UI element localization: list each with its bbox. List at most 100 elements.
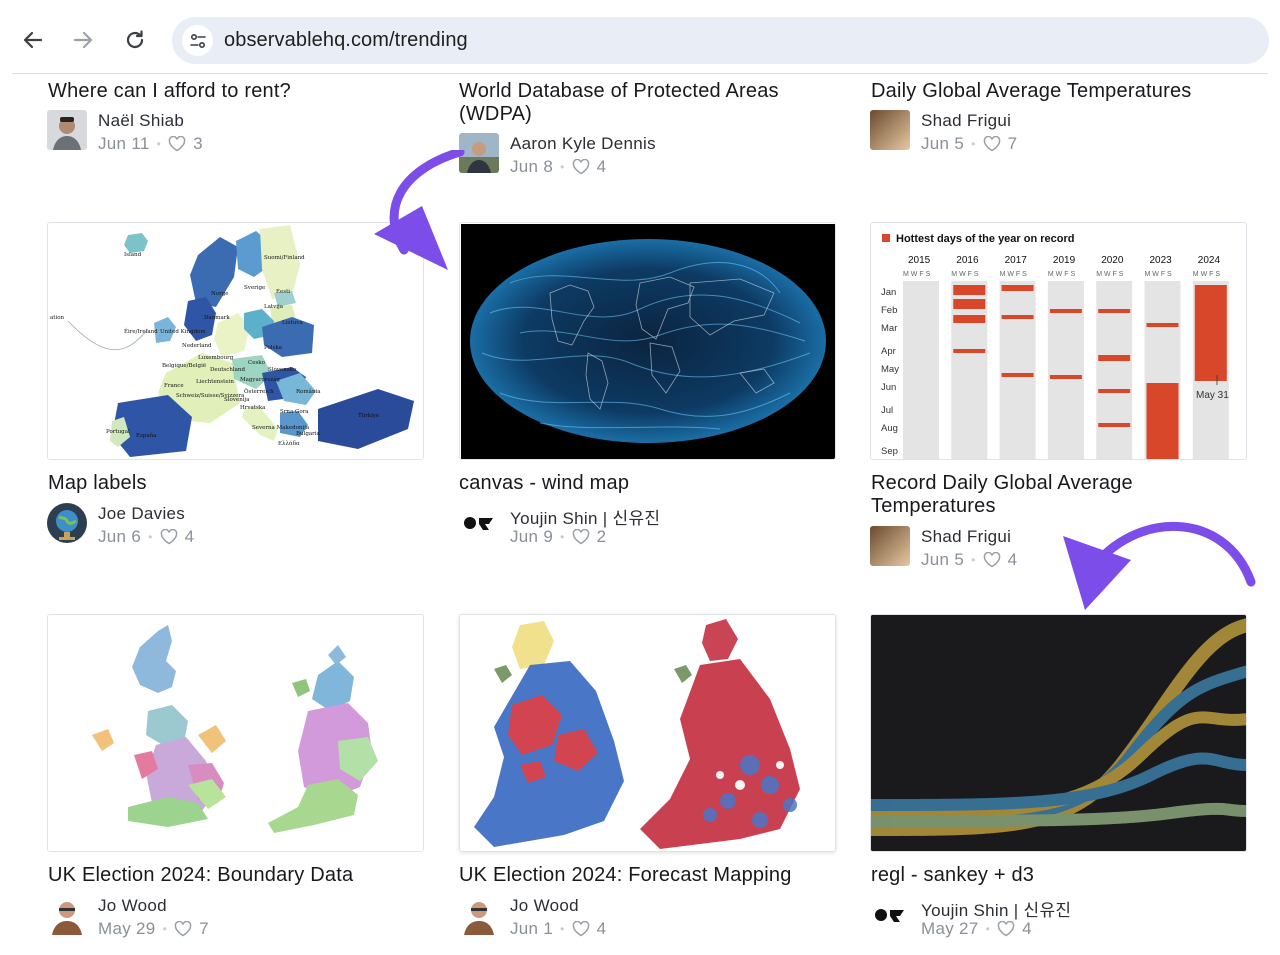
card-title[interactable]: Map labels <box>48 472 147 495</box>
map-label: Österreich <box>244 388 274 395</box>
card-title[interactable]: regl - sankey + d3 <box>871 864 1034 887</box>
like-button[interactable] <box>983 136 1001 152</box>
avatar[interactable] <box>47 895 87 935</box>
avatar[interactable] <box>459 503 499 543</box>
avatar[interactable] <box>870 526 910 566</box>
like-count: 3 <box>193 134 203 153</box>
card-meta: Jun 11 • 3 <box>98 134 203 154</box>
card-meta: May 27 • 4 <box>921 919 1032 939</box>
legend-swatch <box>882 234 890 242</box>
like-button[interactable] <box>572 159 590 175</box>
author-name[interactable]: Jo Wood <box>98 896 167 916</box>
date-label: Jun 1 <box>510 919 554 938</box>
date-label: Jun 9 <box>510 527 554 546</box>
separator-dot: • <box>560 160 565 174</box>
like-count: 4 <box>596 919 607 938</box>
map-label: Suomi/Finland <box>264 255 305 261</box>
author-name[interactable]: Youjin Shin | 신유진 <box>510 504 660 529</box>
card-title[interactable]: Record Daily Global Average Temperatures <box>871 472 1241 518</box>
like-count: 2 <box>596 527 607 546</box>
card-title[interactable]: World Database of Protected Areas (WDPA) <box>459 80 819 124</box>
card-title[interactable]: UK Election 2024: Boundary Data <box>48 864 353 887</box>
separator-dot: • <box>985 922 991 936</box>
record-day-block <box>953 299 986 309</box>
card-meta: Jun 1 • 4 <box>510 919 606 939</box>
separator-dot: • <box>156 137 162 151</box>
month-label: Sep <box>881 446 898 457</box>
map-label: España <box>136 432 157 439</box>
thumbnail-uk-boundary[interactable] <box>47 614 424 852</box>
month-label: Aug <box>881 423 898 434</box>
card-title[interactable]: Where can I afford to rent? <box>48 80 418 103</box>
year-label: 2015 <box>908 255 931 266</box>
author-name[interactable]: Shad Frigui <box>921 111 1011 131</box>
map-label: România <box>296 388 321 395</box>
back-button[interactable] <box>15 22 51 58</box>
heart-icon <box>997 921 1015 937</box>
weekday-label: M W F S <box>1145 271 1173 278</box>
year-label: 2023 <box>1150 255 1173 266</box>
forward-button[interactable] <box>65 22 101 58</box>
map-label: Latvija <box>264 304 284 310</box>
map-label: Deutschland <box>210 367 245 373</box>
url-text[interactable]: observablehq.com/trending <box>224 29 468 52</box>
card-meta: Jun 9 • 2 <box>510 527 606 547</box>
address-bar[interactable]: observablehq.com/trending <box>172 17 1269 64</box>
author-name[interactable]: Jo Wood <box>510 896 579 916</box>
like-button[interactable] <box>160 529 178 545</box>
record-day-block <box>1098 309 1131 313</box>
like-button[interactable] <box>572 921 590 937</box>
author-name[interactable]: Shad Frigui <box>921 527 1011 547</box>
weekday-label: M W F S <box>903 271 931 278</box>
avatar[interactable] <box>870 110 910 150</box>
browser-toolbar: observablehq.com/trending <box>0 0 1280 74</box>
month-label: Apr <box>881 346 896 357</box>
author-name[interactable]: Aaron Kyle Dennis <box>510 134 656 154</box>
card-meta: Jun 5 • 7 <box>921 134 1017 154</box>
map-label: Slovenija <box>224 397 250 403</box>
card-meta: Jun 5 • 4 <box>921 550 1017 570</box>
thumbnail-wind-map[interactable] <box>459 222 836 460</box>
card-title[interactable]: UK Election 2024: Forecast Mapping <box>459 864 792 887</box>
like-button[interactable] <box>174 921 192 937</box>
record-day-block <box>1194 285 1227 381</box>
author-name[interactable]: Naël Shiab <box>98 111 184 131</box>
avatar[interactable] <box>47 110 87 150</box>
map-label: Slovensko <box>268 367 297 373</box>
thumbnail-uk-forecast[interactable] <box>459 614 836 852</box>
avatar[interactable] <box>870 895 910 935</box>
thumbnail-map-labels[interactable]: Island Suomi/Finland Sverige Norge Eesti… <box>47 222 424 460</box>
card-title[interactable]: canvas - wind map <box>459 472 629 495</box>
like-button[interactable] <box>168 136 186 152</box>
weekday-label: M W F S <box>1193 271 1221 278</box>
like-button[interactable] <box>997 921 1015 937</box>
avatar[interactable] <box>459 895 499 935</box>
map-label: Ελλάδα <box>278 440 300 447</box>
avatar[interactable] <box>47 503 87 543</box>
date-label: Jun 6 <box>98 527 142 546</box>
avatar[interactable] <box>459 133 499 173</box>
record-day-block <box>953 285 986 295</box>
map-label: Luxembourg <box>198 355 234 361</box>
card-meta: May 29 • 7 <box>98 919 209 939</box>
heatmap-title: Hottest days of the year on record <box>896 233 1075 245</box>
weekday-label: M W F S <box>951 271 979 278</box>
reload-button[interactable] <box>117 22 153 58</box>
site-info-button[interactable] <box>182 25 213 56</box>
year-column <box>1047 281 1084 459</box>
month-label: Mar <box>881 323 897 334</box>
date-label: May 27 <box>921 919 979 938</box>
toolbar-divider <box>12 73 1268 74</box>
separator-dot: • <box>971 137 976 151</box>
thumbnail-sankey[interactable] <box>870 614 1247 852</box>
like-button[interactable] <box>572 529 590 545</box>
author-name[interactable]: Joe Davies <box>98 504 185 524</box>
card-title[interactable]: Daily Global Average Temperatures <box>871 80 1251 103</box>
thumbnail-heatmap[interactable]: Hottest days of the year on record 2015 M… <box>870 222 1247 460</box>
heart-icon <box>160 529 177 545</box>
like-button[interactable] <box>983 552 1001 568</box>
map-label: Eesti <box>276 289 290 295</box>
month-labels: Jan Feb Mar Apr May Jun Jul Aug Sep <box>881 287 899 457</box>
year-label: 2019 <box>1053 255 1076 266</box>
author-name[interactable]: Youjin Shin | 신유진 <box>921 896 1071 921</box>
